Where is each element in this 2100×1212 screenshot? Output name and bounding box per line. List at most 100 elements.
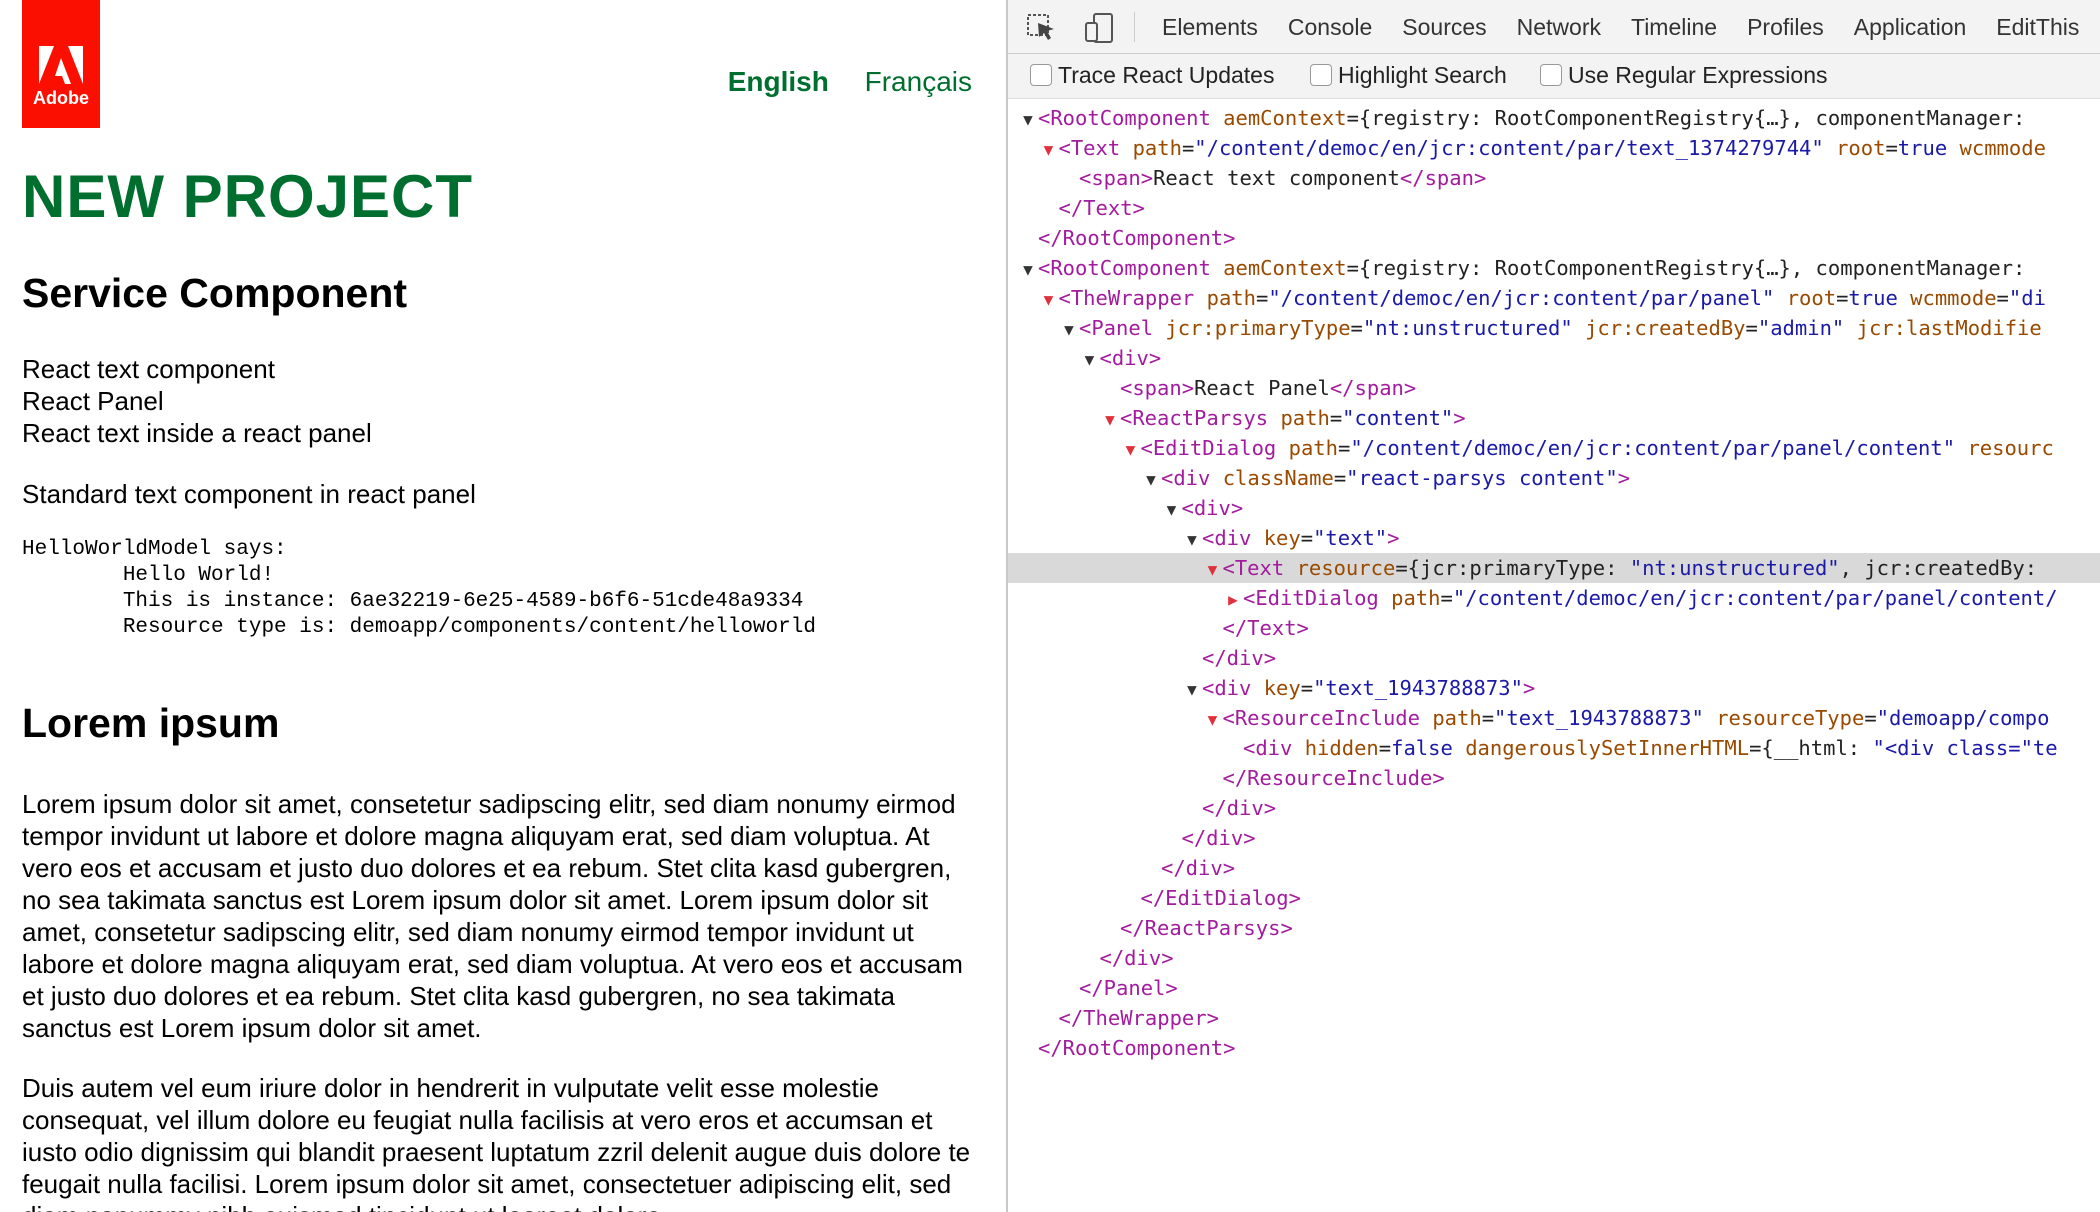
tree-attr-name: aemContext (1223, 256, 1347, 280)
tree-row[interactable]: ▼ <div key="text"> (1008, 523, 2100, 553)
tree-text: = (1350, 316, 1363, 340)
tree-tag: <RootComponent (1038, 256, 1224, 280)
tree-row[interactable]: </ResourceInclude> (1008, 763, 2100, 793)
tree-row[interactable]: ▼ <div> (1008, 343, 2100, 373)
tab-application[interactable]: Application (1854, 14, 1967, 40)
device-toolbar-icon[interactable] (1084, 13, 1116, 48)
collapse-triangle-icon[interactable]: ▼ (1018, 105, 1038, 135)
tree-row[interactable]: </RootComponent> (1008, 223, 2100, 253)
tree-row[interactable]: </div> (1008, 853, 2100, 883)
tree-row[interactable]: <div hidden=false dangerouslySetInnerHTM… (1008, 733, 2100, 763)
logo-text: Adobe (33, 88, 89, 108)
tree-row[interactable]: </RootComponent> (1008, 1033, 2100, 1063)
tree-row[interactable]: <span>React Panel</span> (1008, 373, 2100, 403)
collapse-triangle-icon[interactable]: ▼ (1182, 675, 1202, 705)
page-title: NEW PROJECT (22, 163, 474, 230)
collapse-triangle-icon[interactable]: ▼ (1080, 345, 1100, 375)
tree-row[interactable]: </Text> (1008, 193, 2100, 223)
collapse-triangle-icon[interactable]: ▼ (1121, 435, 1141, 465)
tree-attr-value: "nt:unstructured" (1629, 556, 1840, 580)
tree-attr-value: true (1897, 136, 1948, 160)
collapse-triangle-icon[interactable]: ▼ (1059, 315, 1079, 345)
tree-tag: <Panel (1079, 316, 1166, 340)
tree-row[interactable]: </Panel> (1008, 973, 2100, 1003)
tab-console[interactable]: Console (1288, 14, 1372, 40)
tree-row[interactable]: ▼ <div key="text_1943788873"> (1008, 673, 2100, 703)
tree-row[interactable]: ▶ <EditDialog path="/content/democ/en/jcr… (1008, 583, 2100, 613)
tree-row[interactable]: ▼ <EditDialog path="/content/democ/en/jcr… (1008, 433, 2100, 463)
use-regex-checkbox[interactable]: Use Regular Expressions (1540, 62, 1828, 89)
collapse-triangle-icon[interactable]: ▼ (1203, 555, 1223, 585)
collapse-triangle-icon[interactable]: ▼ (1141, 465, 1161, 495)
tree-row[interactable]: ▼ <div> (1008, 493, 2100, 523)
tab-editthis[interactable]: EditThis (1996, 14, 2079, 40)
tree-tag: </TheWrapper> (1058, 1006, 1219, 1030)
tab-sources[interactable]: Sources (1402, 14, 1486, 40)
tree-tag: <div (1202, 526, 1264, 550)
tree-row[interactable]: ▼ <div className="react-parsys content"> (1008, 463, 2100, 493)
tree-row[interactable]: </div> (1008, 793, 2100, 823)
inspect-element-icon[interactable] (1026, 13, 1056, 46)
tree-attr-value: "/content/democ/en/jcr:content/par/panel… (1268, 286, 1775, 310)
tree-row-selected[interactable]: ▼ <Text resource={jcr:primaryType: "nt:un… (1008, 553, 2100, 583)
tree-attr-value: "/content/democ/en/jcr:content/par/text_… (1194, 136, 1824, 160)
tree-attr-name: root (1836, 136, 1886, 160)
tree-attr-name: wcmmode (1959, 136, 2046, 160)
highlight-search-checkbox[interactable]: Highlight Search (1310, 62, 1507, 89)
tab-elements[interactable]: Elements (1162, 14, 1258, 40)
collapse-triangle-icon[interactable]: ▼ (1039, 285, 1059, 315)
tree-row[interactable]: ▼ <RootComponent aemContext={registry: Ro… (1008, 253, 2100, 283)
collapse-triangle-icon[interactable]: ▼ (1018, 255, 1038, 285)
tree-row[interactable]: ▼ <Text path="/content/democ/en/jcr:conte… (1008, 133, 2100, 163)
collapse-triangle-icon[interactable]: ▼ (1162, 495, 1182, 525)
tab-network[interactable]: Network (1517, 14, 1601, 40)
tree-row[interactable]: <span>React text component</span> (1008, 163, 2100, 193)
tree-row[interactable]: ▼ <Panel jcr:primaryType="nt:unstructured… (1008, 313, 2100, 343)
react-component-tree: ▼ <RootComponent aemContext={registry: Ro… (1008, 103, 2100, 1063)
tree-row[interactable]: </EditDialog> (1008, 883, 2100, 913)
collapse-triangle-icon[interactable]: ▼ (1203, 705, 1223, 735)
collapse-triangle-icon[interactable]: ▼ (1100, 405, 1120, 435)
tree-text: , jcr:createdBy: (1839, 556, 2038, 580)
collapse-triangle-icon[interactable]: ▼ (1039, 135, 1059, 165)
tree-attr-name: root (1786, 286, 1837, 310)
tree-attr-name: jcr:lastModifie (1856, 316, 2042, 340)
tree-attr-value: "content" (1342, 406, 1454, 430)
lang-english-link[interactable]: English (728, 66, 829, 97)
adobe-logo[interactable]: Adobe (22, 0, 100, 128)
tree-tag: > (1617, 466, 1631, 490)
trace-react-updates-checkbox[interactable]: Trace React Updates (1030, 62, 1274, 89)
tree-attr-name: wcmmode (1910, 286, 1997, 310)
tree-row[interactable]: </TheWrapper> (1008, 1003, 2100, 1033)
tree-tag: </Panel> (1079, 976, 1178, 1000)
collapse-triangle-icon[interactable]: ▼ (1182, 525, 1202, 555)
tree-row[interactable]: </Text> (1008, 613, 2100, 643)
tree-tag: <div (1243, 736, 1305, 760)
tree-tag: <div (1202, 676, 1264, 700)
tree-row[interactable]: </div> (1008, 943, 2100, 973)
tree-row[interactable]: </ReactParsys> (1008, 913, 2100, 943)
tree-attr-name: resource (1296, 556, 1396, 580)
tree-row[interactable]: </div> (1008, 643, 2100, 673)
lorem-heading: Lorem ipsum (22, 700, 280, 746)
devtools-tabs: Elements Console Sources Network Timeline Pro… (1162, 14, 2100, 41)
tree-row[interactable]: ▼ <ResourceInclude path="text_1943788873"… (1008, 703, 2100, 733)
tree-row[interactable]: ▼ <TheWrapper path="/content/democ/en/jcr… (1008, 283, 2100, 313)
tree-attr-name: key (1263, 526, 1301, 550)
tree-row[interactable]: ▼ <RootComponent aemContext={registry: Ro… (1008, 103, 2100, 133)
lang-francais-link[interactable]: Français (865, 66, 972, 97)
expand-triangle-icon[interactable]: ▶ (1223, 585, 1243, 615)
tab-profiles[interactable]: Profiles (1747, 14, 1824, 40)
tree-text: = (1300, 526, 1314, 550)
tree-row[interactable]: ▼ <ReactParsys path="content"> (1008, 403, 2100, 433)
tab-timeline[interactable]: Timeline (1631, 14, 1717, 40)
page-content: Adobe English Français NEW PROJECT Servi… (0, 0, 1006, 1212)
tree-row[interactable]: </div> (1008, 823, 2100, 853)
tree-attr-value: "nt:unstructured" (1362, 316, 1573, 340)
